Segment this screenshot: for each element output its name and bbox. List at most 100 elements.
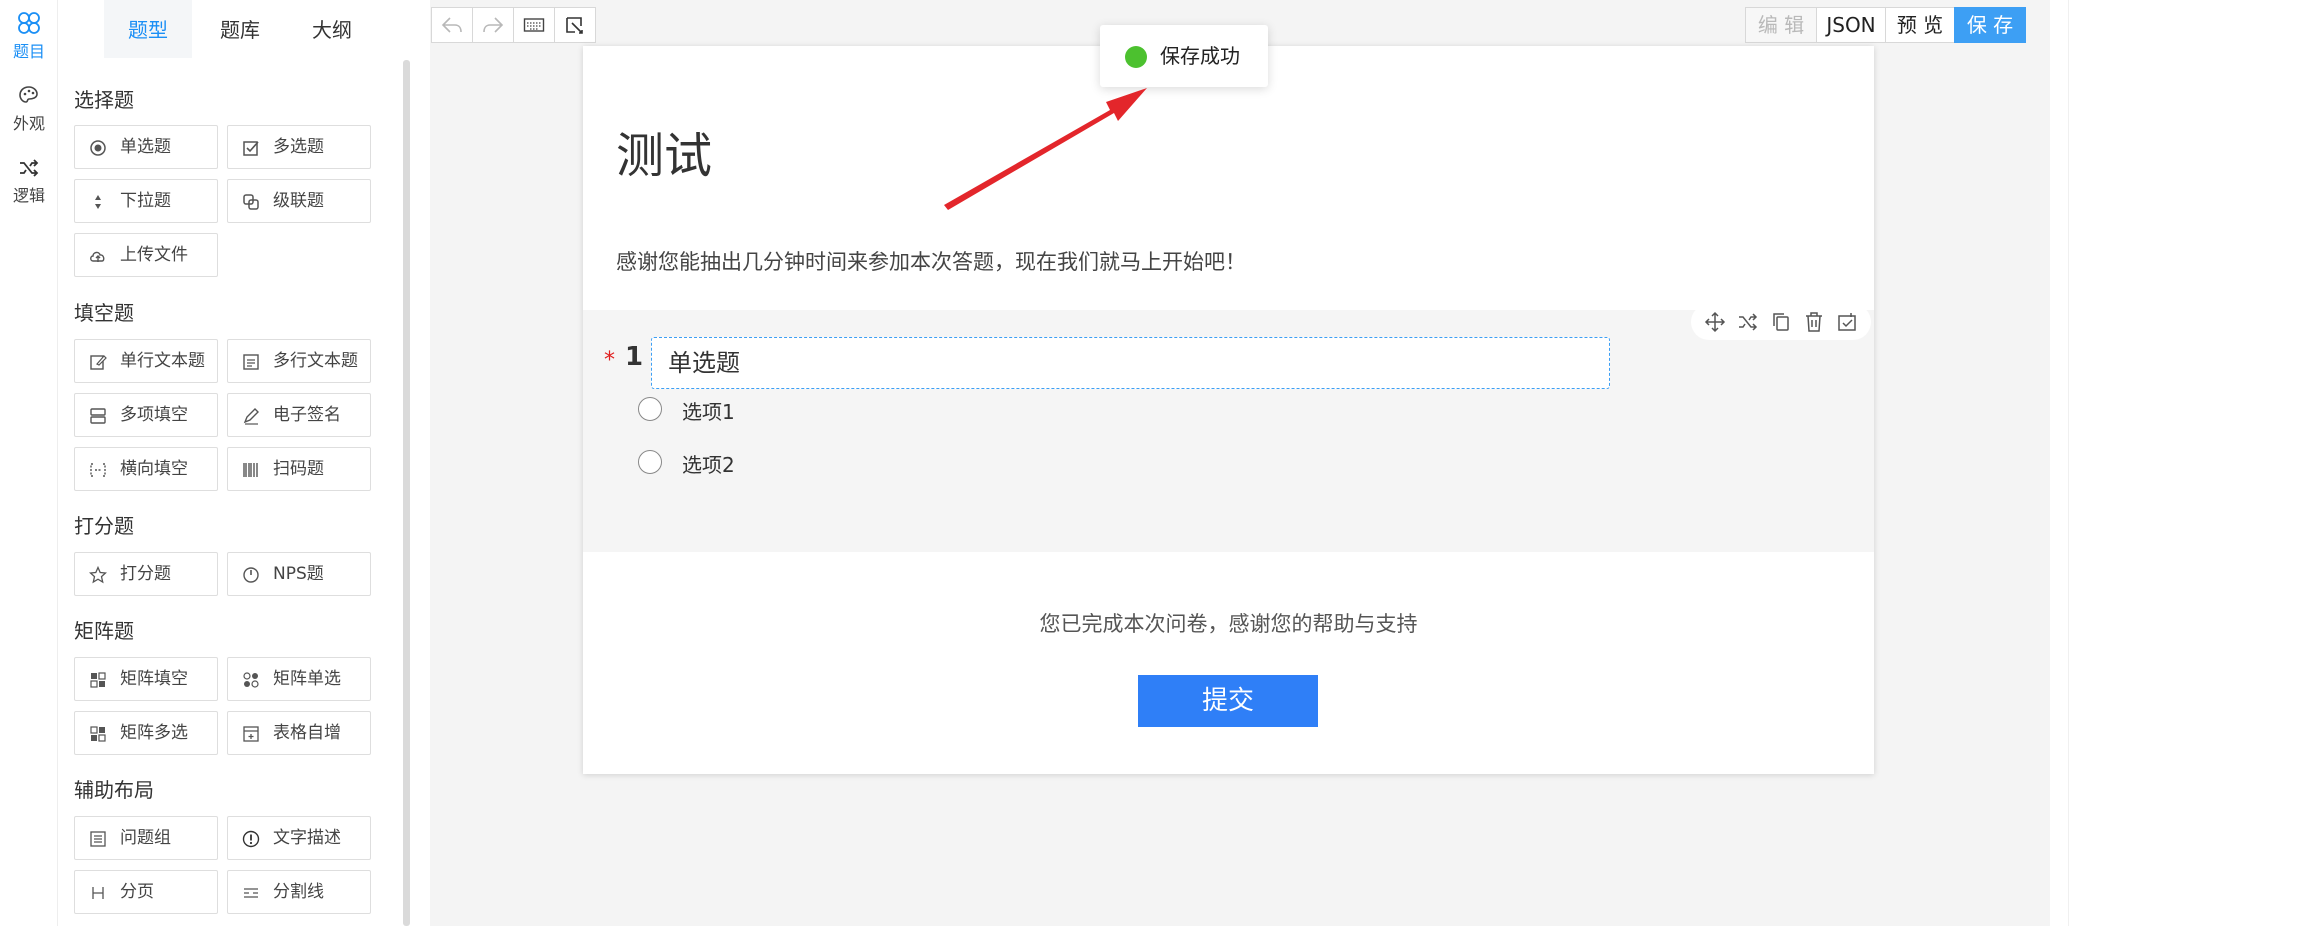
qtype-label: 表格自增: [273, 723, 341, 743]
textarea-icon: [243, 354, 259, 370]
question-block[interactable]: * 1 单选题 选项1 选项2: [583, 304, 1874, 552]
qtype-label: 单行文本题: [120, 351, 205, 371]
barcode-icon: [243, 463, 258, 477]
qtype-page-break[interactable]: 分页: [74, 870, 218, 914]
gauge-icon: [243, 567, 259, 583]
qtype-matrix-multi[interactable]: 矩阵多选: [74, 711, 218, 755]
save-success-toast: 保存成功: [1100, 25, 1268, 87]
question-number: 1: [625, 342, 644, 372]
finish-text[interactable]: 您已完成本次问卷，感谢您的帮助与支持: [583, 608, 1874, 638]
panel-scrollbar[interactable]: [403, 60, 410, 926]
radio-icon[interactable]: [638, 450, 662, 474]
keyboard-button[interactable]: [513, 7, 555, 43]
qtype-question-group[interactable]: 问题组: [74, 816, 218, 860]
question-toolbar: [1691, 304, 1871, 340]
shuffle-icon[interactable]: [1737, 311, 1759, 333]
qtype-multi-fill[interactable]: 多项填空: [74, 393, 218, 437]
left-nav-rail: 题目 外观 逻辑: [0, 0, 58, 926]
tab-question-bank[interactable]: 题库: [196, 0, 284, 58]
qtype-label: 打分题: [120, 564, 171, 584]
qtype-label: 上传文件: [120, 245, 188, 265]
qtype-multi-line-text[interactable]: 多行文本题: [227, 339, 371, 383]
qtype-dropdown[interactable]: 下拉题: [74, 179, 218, 223]
qtype-label: 文字描述: [273, 828, 341, 848]
qtype-single-choice[interactable]: 单选题: [74, 125, 218, 169]
info-icon: [242, 830, 260, 848]
edit-button[interactable]: 编 辑: [1745, 7, 1817, 43]
qtype-horizontal-fill[interactable]: 横向填空: [74, 447, 218, 491]
sort-arrows-icon: [95, 195, 101, 209]
qtype-divider[interactable]: 分割线: [227, 870, 371, 914]
qtype-rating[interactable]: 打分题: [74, 552, 218, 596]
section-title-layout: 辅助布局: [74, 778, 154, 802]
cascade-icon: [243, 194, 259, 210]
qtype-label: 矩阵多选: [120, 723, 188, 743]
json-button[interactable]: JSON: [1816, 7, 1886, 43]
panel-tabs: 题型 题库 大纲: [104, 0, 474, 58]
question-title-input[interactable]: 单选题: [651, 337, 1610, 389]
qtype-matrix-single[interactable]: 矩阵单选: [227, 657, 371, 701]
palette-icon: [19, 86, 38, 103]
qtype-single-line-text[interactable]: 单行文本题: [74, 339, 218, 383]
copy-icon[interactable]: [1770, 311, 1792, 333]
submit-button[interactable]: 提交: [1138, 675, 1318, 727]
toolbar-history: [431, 7, 596, 43]
rail-item-questions[interactable]: 题目: [0, 10, 58, 62]
ai-generate-button[interactable]: [554, 7, 596, 43]
qtype-label: 横向填空: [120, 459, 188, 479]
qtype-label: 多行文本题: [273, 351, 358, 371]
section-title-matrix: 矩阵题: [74, 619, 134, 643]
undo-button[interactable]: [431, 7, 473, 43]
required-mark: *: [604, 348, 615, 373]
undo-icon: [441, 17, 462, 33]
rail-item-appearance[interactable]: 外观: [0, 84, 58, 134]
rail-item-logic[interactable]: 逻辑: [0, 156, 58, 206]
group-icon: [90, 831, 106, 847]
matrix-radio-icon: [243, 672, 259, 688]
qtype-upload-file[interactable]: 上传文件: [74, 233, 218, 277]
tab-outline[interactable]: 大纲: [288, 0, 376, 58]
redo-icon: [483, 17, 504, 33]
qtype-scan-code[interactable]: 扫码题: [227, 447, 371, 491]
delete-icon[interactable]: [1803, 311, 1825, 333]
qtype-multi-choice[interactable]: 多选题: [227, 125, 371, 169]
matrix-check-icon: [90, 726, 106, 742]
tab-question-types[interactable]: 题型: [104, 0, 192, 58]
qtype-matrix-fill[interactable]: 矩阵填空: [74, 657, 218, 701]
multi-field-icon: [90, 408, 106, 424]
shuffle-icon: [20, 159, 39, 177]
qtype-label: 问题组: [120, 828, 171, 848]
redo-button[interactable]: [472, 7, 514, 43]
qtype-label: 单选题: [120, 137, 171, 157]
move-icon[interactable]: [1704, 311, 1726, 333]
page-break-icon: [92, 887, 104, 899]
survey-description[interactable]: 感谢您能抽出几分钟时间来参加本次答题，现在我们就马上开始吧！: [616, 246, 1246, 276]
save-button[interactable]: 保 存: [1954, 7, 2026, 43]
qtype-cascade[interactable]: 级联题: [227, 179, 371, 223]
qtype-nps[interactable]: NPS题: [227, 552, 371, 596]
option-label[interactable]: 选项2: [682, 449, 735, 478]
rail-item-label: 题目: [12, 42, 45, 61]
qtype-text-description[interactable]: 文字描述: [227, 816, 371, 860]
cloud-upload-icon: [90, 251, 105, 262]
qtype-label: 下拉题: [120, 191, 171, 211]
circles-icon: [18, 12, 40, 34]
success-check-icon: [1125, 46, 1147, 79]
qtype-table-auto-add[interactable]: 表格自增: [227, 711, 371, 755]
qtype-label: 分割线: [273, 882, 324, 902]
survey-title[interactable]: 测试: [616, 116, 712, 186]
right-blank-area: [2068, 0, 2315, 926]
preview-button[interactable]: 预 览: [1885, 7, 1955, 43]
toast-message: 保存成功: [1160, 44, 1240, 68]
ai-generate-icon: [566, 17, 583, 34]
qtype-label: 多项填空: [120, 405, 188, 425]
qtype-label: 扫码题: [273, 459, 324, 479]
table-add-icon: [243, 726, 259, 742]
qtype-e-signature[interactable]: 电子签名: [227, 393, 371, 437]
radio-icon[interactable]: [638, 397, 662, 421]
option-label[interactable]: 选项1: [682, 396, 735, 425]
qtype-label: 矩阵单选: [273, 669, 341, 689]
checkbox-icon: [243, 141, 259, 156]
save-to-bank-icon[interactable]: [1836, 311, 1858, 333]
canvas-gutter: [2050, 0, 2068, 926]
